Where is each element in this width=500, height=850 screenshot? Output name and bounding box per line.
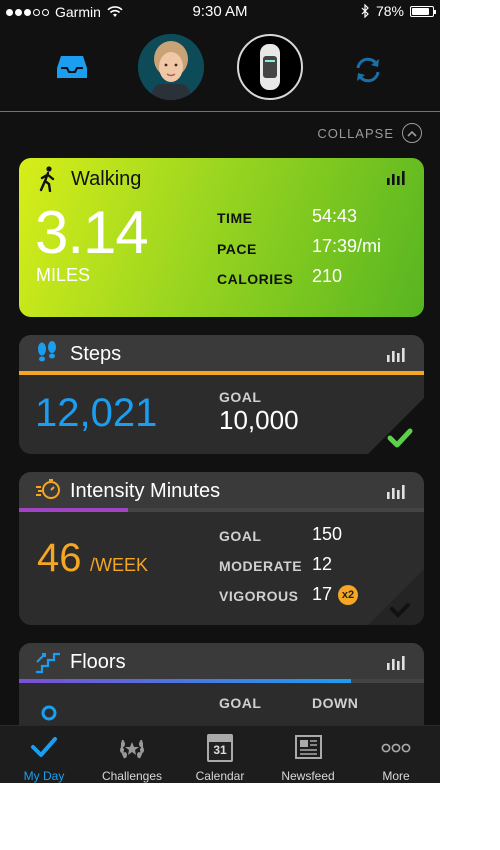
steps-goal-value: 10,000 — [219, 405, 299, 435]
tab-calendar[interactable]: 31 Calendar — [176, 726, 264, 783]
more-dots-icon — [352, 734, 440, 760]
stairs-icon — [35, 648, 61, 679]
steps-header: Steps — [19, 335, 424, 371]
fitness-band-icon — [260, 44, 280, 90]
footprints-icon — [35, 340, 59, 371]
profile-avatar[interactable] — [138, 34, 204, 100]
phone-screen: Garmin 9:30 AM 78% COLLAPSE Walking 3.14… — [0, 0, 440, 783]
bottom-tab-bar: My Day Challenges 31 Calendar Newsfeed M… — [0, 725, 440, 783]
steps-card[interactable]: Steps 12,021 GOAL 10,000 — [19, 335, 424, 454]
vigorous-row: 17 x2 — [312, 584, 359, 606]
moderate-label: MODERATE — [219, 558, 303, 574]
walking-card[interactable]: Walking 3.14 MILES TIME 54:43 PACE 17:39… — [19, 158, 424, 317]
status-bar: Garmin 9:30 AM 78% — [0, 0, 440, 24]
chevron-up-icon — [402, 123, 422, 143]
collapse-label: COLLAPSE — [317, 125, 394, 141]
intensity-goal-label: GOAL — [219, 528, 262, 544]
steps-value: 12,021 — [35, 391, 158, 435]
tab-newsfeed[interactable]: Newsfeed — [264, 726, 352, 783]
walking-icon — [37, 166, 59, 197]
time-label: TIME — [217, 210, 253, 226]
calories-label: CALORIES — [217, 271, 294, 287]
vigorous-multiplier-badge: x2 — [338, 585, 359, 606]
intensity-unit: /WEEK — [89, 555, 148, 575]
tab-label: More — [382, 769, 410, 783]
vigorous-value: 17 — [312, 584, 333, 604]
goal-pending-corner — [368, 569, 424, 625]
calendar-icon: 31 — [176, 734, 264, 762]
floors-header: Floors — [19, 643, 424, 679]
bar-chart-icon[interactable] — [386, 655, 406, 676]
status-right: 78% — [361, 3, 436, 19]
calories-value: 210 — [312, 266, 343, 286]
battery-percent: 78% — [375, 3, 404, 19]
floors-progress-track — [19, 679, 424, 683]
battery-icon — [410, 5, 436, 17]
tab-label: Challenges — [101, 769, 163, 783]
walking-distance-unit: MILES — [36, 265, 91, 285]
steps-goal-label: GOAL — [219, 389, 262, 405]
walking-title: Walking — [71, 168, 142, 190]
newspaper-icon — [264, 734, 352, 760]
inbox-icon[interactable] — [56, 54, 88, 85]
bluetooth-icon — [361, 4, 369, 18]
intensity-progress-track — [19, 508, 424, 512]
checkmark-icon — [0, 734, 88, 760]
floors-goal-label: GOAL — [219, 695, 262, 711]
tab-challenges[interactable]: Challenges — [88, 726, 176, 783]
collapse-button[interactable]: COLLAPSE — [317, 123, 422, 143]
floors-progress-bar — [19, 679, 352, 683]
tab-my-day[interactable]: My Day — [0, 726, 88, 783]
tab-label: Calendar — [195, 769, 245, 783]
floors-title: Floors — [70, 651, 126, 673]
walking-distance: 3.14 — [35, 199, 149, 266]
pace-label: PACE — [217, 241, 257, 257]
intensity-header: Intensity Minutes — [19, 472, 424, 508]
calendar-day: 31 — [213, 743, 227, 757]
moderate-value: 12 — [312, 554, 333, 574]
device-button[interactable] — [237, 34, 303, 100]
intensity-title: Intensity Minutes — [70, 480, 221, 502]
steps-title: Steps — [70, 343, 122, 365]
goal-achieved-corner — [368, 398, 424, 454]
pace-value: 17:39/mi — [312, 236, 382, 256]
tab-more[interactable]: More — [352, 726, 440, 783]
intensity-value-group: 46 /WEEK — [37, 536, 148, 581]
intensity-progress-bar — [19, 508, 129, 512]
top-nav — [0, 24, 440, 112]
bar-chart-icon[interactable] — [386, 484, 406, 505]
bar-chart-icon[interactable] — [386, 347, 406, 368]
bar-chart-icon[interactable] — [386, 170, 406, 191]
laurel-icon — [88, 734, 176, 762]
steps-progress-track — [19, 371, 424, 375]
time-value: 54:43 — [312, 206, 358, 226]
intensity-goal-value: 150 — [312, 524, 343, 544]
floors-down-label: DOWN — [312, 695, 359, 711]
stopwatch-icon — [35, 477, 61, 506]
steps-progress-bar — [19, 371, 424, 375]
intensity-value: 46 — [37, 536, 82, 580]
sync-icon[interactable] — [352, 54, 384, 91]
tab-label: Newsfeed — [281, 769, 335, 783]
intensity-minutes-card[interactable]: Intensity Minutes 46 /WEEK GOAL 150 MODE… — [19, 472, 424, 625]
vigorous-label: VIGOROUS — [219, 588, 299, 604]
tab-label: My Day — [23, 769, 65, 783]
